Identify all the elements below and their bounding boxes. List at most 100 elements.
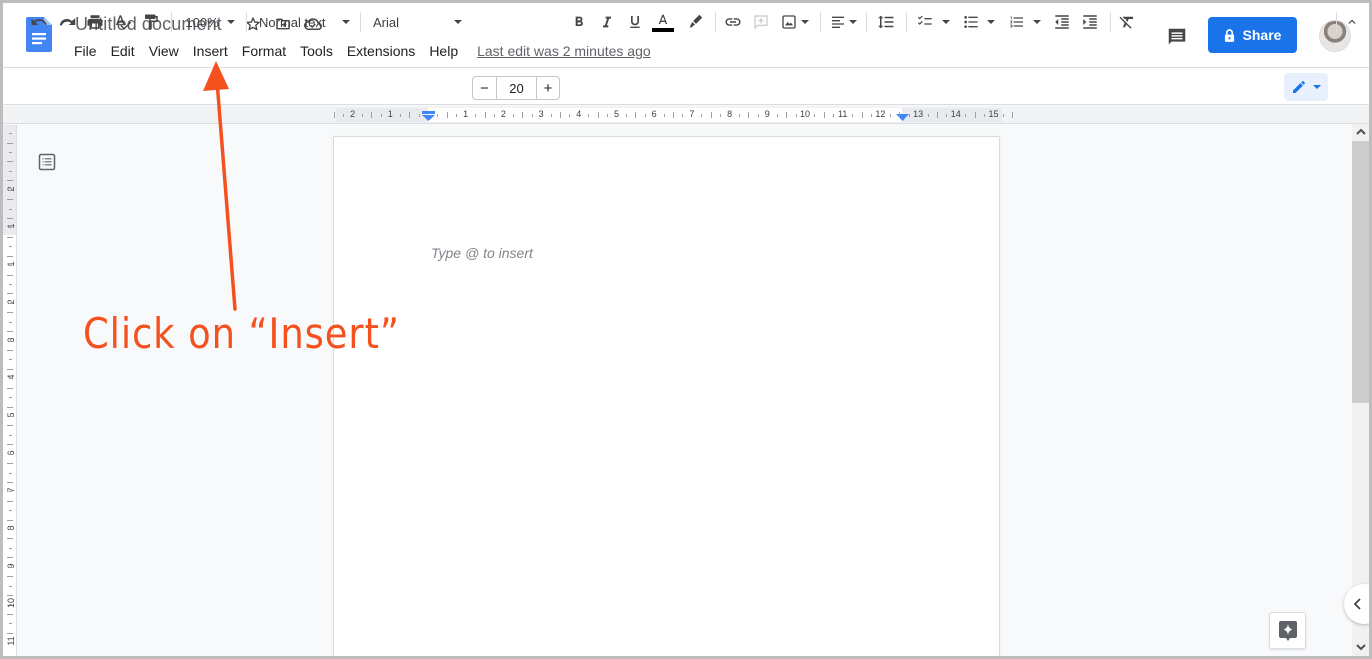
last-edit-link[interactable]: Last edit was 2 minutes ago — [477, 43, 651, 59]
ruler-tick — [8, 623, 12, 625]
ruler-tick — [371, 112, 373, 118]
increase-indent-icon[interactable] — [1078, 10, 1102, 34]
comments-icon[interactable] — [1163, 23, 1191, 51]
ruler-tick — [644, 113, 646, 117]
toolbar-divider — [906, 12, 907, 32]
ruler-tick — [8, 340, 12, 342]
ruler-tick — [569, 113, 571, 117]
checklist-button[interactable] — [913, 10, 953, 34]
menu-file[interactable]: File — [67, 41, 104, 61]
image-icon — [782, 15, 796, 29]
vertical-ruler[interactable]: 2 1 1 2 3 4 5 6 7 8 9 10 11 — [3, 125, 17, 656]
scrollbar-thumb[interactable] — [1352, 141, 1369, 403]
ruler-tick — [8, 265, 12, 267]
font-select[interactable]: Arial — [368, 10, 464, 34]
text-color-icon[interactable] — [651, 10, 675, 34]
ruler-tick — [409, 112, 411, 118]
insert-image-button[interactable] — [777, 10, 813, 34]
ruler-tick — [8, 246, 12, 248]
editing-mode-button[interactable] — [1284, 73, 1328, 101]
toolbar-divider — [1110, 12, 1111, 32]
ruler-tick — [8, 359, 12, 361]
ruler-tick — [7, 425, 13, 427]
menu-format[interactable]: Format — [235, 41, 293, 61]
chevron-down-icon — [987, 20, 995, 24]
ruler-tick — [7, 576, 13, 578]
ruler-tick — [418, 113, 420, 117]
ruler-label: 6 — [6, 450, 16, 456]
paragraph-style-select[interactable]: Normal text — [254, 10, 354, 34]
menu-help[interactable]: Help — [422, 41, 465, 61]
redo-icon[interactable] — [55, 10, 79, 34]
align-button[interactable] — [827, 10, 859, 34]
ruler-tick — [748, 112, 750, 118]
decrease-font-size-button[interactable]: − — [473, 77, 497, 99]
ruler-label: 8 — [6, 525, 16, 531]
scroll-down-icon[interactable] — [1352, 639, 1369, 655]
numbered-list-button[interactable] — [1005, 10, 1045, 34]
ruler-tick — [597, 112, 599, 118]
toolbar-divider — [820, 12, 821, 32]
ruler-tick — [7, 142, 13, 144]
highlight-icon[interactable] — [683, 10, 707, 34]
menu-tools[interactable]: Tools — [293, 41, 340, 61]
left-indent-marker-icon[interactable] — [422, 111, 435, 121]
clear-formatting-icon[interactable] — [1115, 10, 1139, 34]
spellcheck-icon[interactable] — [111, 10, 135, 34]
annotation-text: Click on “Insert” — [83, 309, 400, 358]
collapse-menus-icon[interactable] — [1340, 10, 1364, 34]
paint-format-icon[interactable] — [139, 10, 163, 34]
menu-view[interactable]: View — [142, 41, 186, 61]
scroll-up-icon[interactable] — [1352, 124, 1369, 140]
add-comment-icon[interactable] — [749, 10, 773, 34]
menu-bar: File Edit View Insert Format Tools Exten… — [67, 41, 651, 61]
ruler-tick — [870, 113, 872, 117]
insert-link-icon[interactable] — [721, 10, 745, 34]
ruler-tick — [936, 112, 938, 118]
increase-font-size-button[interactable]: + — [536, 77, 559, 99]
right-indent-marker-icon[interactable] — [896, 114, 909, 122]
ruler-tick — [484, 112, 486, 118]
zoom-select[interactable]: 100% — [181, 10, 239, 34]
document-placeholder[interactable]: Type @ to insert — [431, 245, 533, 261]
menu-edit[interactable]: Edit — [104, 41, 142, 61]
ruler-tick — [7, 481, 13, 483]
bold-icon[interactable] — [567, 10, 591, 34]
share-button[interactable]: Share — [1208, 17, 1297, 53]
ruler-tick — [795, 113, 797, 117]
ruler-tick — [739, 113, 741, 117]
explore-button[interactable] — [1269, 612, 1306, 649]
ruler-tick — [8, 453, 12, 455]
side-panel-toggle[interactable] — [1344, 584, 1369, 624]
align-left-icon — [831, 16, 844, 28]
ruler-label: 1 — [387, 109, 393, 119]
ruler-label: 5 — [6, 412, 16, 418]
underline-icon[interactable] — [623, 10, 647, 34]
font-size-input[interactable]: 20 — [497, 77, 536, 99]
ruler-tick — [8, 152, 12, 154]
line-spacing-icon[interactable] — [874, 10, 898, 34]
document-page[interactable]: Type @ to insert — [334, 137, 999, 656]
ruler-tick — [7, 312, 13, 314]
ruler-tick — [8, 321, 12, 323]
ruler-tick — [786, 112, 788, 118]
undo-icon[interactable] — [27, 10, 51, 34]
decrease-indent-icon[interactable] — [1050, 10, 1074, 34]
ruler-label: 10 — [6, 598, 16, 609]
document-outline-icon[interactable] — [36, 151, 58, 173]
ruler-label: 13 — [913, 109, 924, 119]
print-icon[interactable] — [83, 10, 107, 34]
italic-icon[interactable] — [595, 10, 619, 34]
ruler-tick — [475, 113, 477, 117]
horizontal-ruler[interactable]: 2 1 1 2 3 4 5 6 7 8 9 10 11 12 13 14 15 — [3, 106, 1369, 124]
ruler-tick — [7, 538, 13, 540]
menu-extensions[interactable]: Extensions — [340, 41, 422, 61]
font-size-stepper: − 20 + — [472, 76, 560, 100]
ruler-tick — [7, 557, 13, 559]
chevron-down-icon — [848, 20, 857, 24]
toolbar-divider — [866, 12, 867, 32]
menu-insert[interactable]: Insert — [186, 41, 235, 61]
bulleted-list-button[interactable] — [959, 10, 999, 34]
ruler-tick — [889, 113, 891, 117]
ruler-label: 4 — [576, 109, 582, 119]
